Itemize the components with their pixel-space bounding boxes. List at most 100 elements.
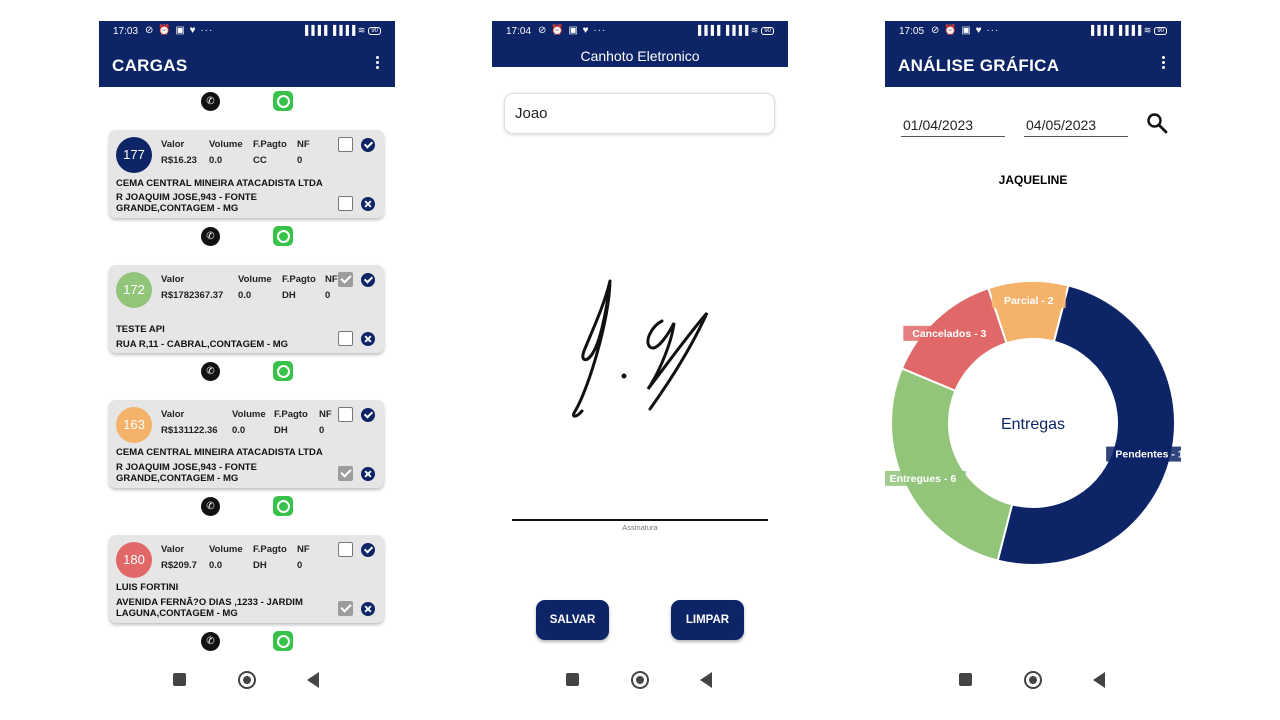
column-value: DH (274, 425, 288, 436)
confirm-icon[interactable] (361, 138, 375, 152)
back-button[interactable] (700, 672, 712, 688)
column-value: R$1782367.37 (161, 290, 224, 301)
status-icons: ⊘ ⏰ ▣ ♥ ··· (931, 25, 1000, 36)
confirm-icon[interactable] (361, 543, 375, 557)
whatsapp-icon[interactable] (273, 361, 293, 381)
client-address: R JOAQUIM JOSE,943 - FONTE GRANDE,CONTAG… (116, 462, 257, 484)
slice-label-text: Pendentes - 11 (1115, 449, 1181, 461)
confirm-icon[interactable] (361, 273, 375, 287)
confirm-icon[interactable] (361, 408, 375, 422)
cancel-checkbox[interactable] (338, 196, 353, 211)
column-value: R$209.7 (161, 560, 197, 571)
column-header: Valor (161, 139, 185, 150)
name-input[interactable] (504, 93, 775, 134)
column-header: F.Pagto (253, 544, 287, 555)
home-button[interactable] (631, 671, 649, 689)
column-value: 0 (325, 290, 331, 301)
status-icons: ⊘ ⏰ ▣ ♥ ··· (145, 25, 214, 36)
signature-label: Assinatura (622, 523, 658, 532)
column-header: F.Pagto (282, 274, 316, 285)
column-value: 0 (297, 560, 303, 571)
column-value: 0 (319, 425, 325, 436)
cancel-checkbox[interactable] (338, 466, 353, 481)
load-number-badge: 180 (116, 542, 152, 578)
back-button[interactable] (307, 672, 319, 688)
whatsapp-icon[interactable] (273, 91, 293, 111)
battery-icon: 90 (761, 27, 774, 35)
save-button[interactable]: SALVAR (536, 600, 609, 640)
whatsapp-icon[interactable] (273, 631, 293, 651)
back-button[interactable] (1093, 672, 1105, 688)
phone-call-icon[interactable]: ✆ (201, 227, 220, 246)
slice-label: Pendentes - 11 (1106, 446, 1181, 462)
canhoto-screen: 17:04 ⊘ ⏰ ▣ ♥ ··· ▐▐▐▐ ▐▐▐▐ ≋ 90 Canhoto … (492, 21, 788, 720)
column-header: Valor (161, 274, 185, 285)
status-bar: 17:03 ⊘ ⏰ ▣ ♥ ··· ▐▐▐▐ ▐▐▐▐ ≋ 90 (99, 21, 395, 43)
cancel-icon[interactable] (361, 602, 375, 616)
signal-icons: ▐▐▐▐ ▐▐▐▐ ≋ 90 (695, 25, 774, 36)
load-card[interactable]: 172 Valor Volume F.Pagto NF R$1782367.37 0.0 DH… (109, 265, 384, 353)
signature-line (512, 519, 768, 521)
column-value: 0.0 (209, 560, 223, 571)
recents-button[interactable] (173, 673, 186, 686)
cancel-icon[interactable] (361, 467, 375, 481)
load-card[interactable]: 180 Valor Volume F.Pagto NF R$209.7 0.0 DH 0 LUIS… (109, 535, 384, 623)
date-to-field[interactable]: 04/05/2023 (1024, 117, 1128, 137)
whatsapp-icon[interactable] (273, 496, 293, 516)
confirm-checkbox[interactable] (338, 272, 353, 287)
donut-slice[interactable] (890, 367, 1014, 562)
phone-call-icon[interactable]: ✆ (201, 632, 220, 651)
cancel-checkbox[interactable] (338, 601, 353, 616)
clear-button[interactable]: LIMPAR (671, 600, 744, 640)
load-card[interactable]: 163 Valor Volume F.Pagto NF R$131122.36 0.0 DH 0… (109, 400, 384, 488)
confirm-checkbox[interactable] (338, 542, 353, 557)
status-bar: 17:04 ⊘ ⏰ ▣ ♥ ··· ▐▐▐▐ ▐▐▐▐ ≋ 90 (492, 21, 788, 43)
slice-label-text: Cancelados - 3 (912, 328, 986, 340)
app-bar: 17:05 ⊘ ⏰ ▣ ♥ ··· ▐▐▐▐ ▐▐▐▐ ≋ 90 ANÁLISE … (885, 21, 1181, 87)
battery-icon: 90 (1154, 27, 1167, 35)
column-header: NF (297, 544, 310, 555)
column-value: 0.0 (232, 425, 246, 436)
confirm-checkbox[interactable] (338, 407, 353, 422)
phone-call-icon[interactable]: ✆ (201, 92, 220, 111)
system-nav-bar (885, 666, 1181, 694)
load-number-badge: 177 (116, 137, 152, 173)
analise-screen: 17:05 ⊘ ⏰ ▣ ♥ ··· ▐▐▐▐ ▐▐▐▐ ≋ 90 ANÁLISE … (885, 21, 1181, 720)
slice-label: Entregues - 6 (885, 470, 966, 486)
search-icon[interactable] (1146, 112, 1168, 134)
whatsapp-icon[interactable] (273, 226, 293, 246)
column-header: F.Pagto (253, 139, 287, 150)
overflow-menu-icon[interactable] (1159, 55, 1167, 73)
slice-label-text: Parcial - 2 (1004, 295, 1054, 307)
column-value: R$16.23 (161, 155, 197, 166)
column-header: F.Pagto (274, 409, 308, 420)
column-header: NF (297, 139, 310, 150)
page-title: CARGAS (112, 56, 188, 75)
column-header: Volume (238, 274, 272, 285)
phone-call-icon[interactable]: ✆ (201, 497, 220, 516)
contact-row: ✆ (99, 90, 395, 112)
confirm-checkbox[interactable] (338, 137, 353, 152)
client-name: TESTE API (116, 324, 165, 335)
home-button[interactable] (1024, 671, 1042, 689)
column-header: Volume (209, 139, 243, 150)
cancel-icon[interactable] (361, 332, 375, 346)
phone-call-icon[interactable]: ✆ (201, 362, 220, 381)
signal-icons: ▐▐▐▐ ▐▐▐▐ ≋ 90 (1088, 25, 1167, 36)
signature-dot (621, 373, 627, 379)
cancel-checkbox[interactable] (338, 331, 353, 346)
column-value: R$131122.36 (161, 425, 218, 436)
load-number-badge: 172 (116, 272, 152, 308)
recents-button[interactable] (566, 673, 579, 686)
load-card[interactable]: 177 Valor Volume F.Pagto NF R$16.23 0.0 CC 0 CEMA… (109, 130, 384, 218)
column-header: NF (319, 409, 332, 420)
contact-row: ✆ (99, 360, 395, 382)
column-value: CC (253, 155, 267, 166)
home-button[interactable] (238, 671, 256, 689)
cancel-icon[interactable] (361, 197, 375, 211)
signature-pad[interactable] (492, 261, 788, 421)
overflow-menu-icon[interactable] (373, 55, 381, 73)
column-header: NF (325, 274, 338, 285)
recents-button[interactable] (959, 673, 972, 686)
date-from-field[interactable]: 01/04/2023 (901, 117, 1005, 137)
